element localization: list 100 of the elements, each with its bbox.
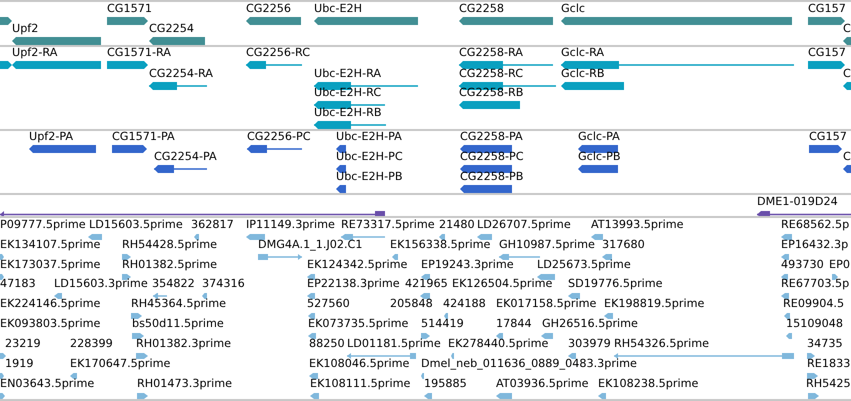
feature-label: CG2258-RC [459,67,524,81]
feature-label: EK224146.5prime [0,297,100,311]
feature-label: 195885 [424,377,467,391]
feature-label: bs50d11.5prime [132,317,224,331]
feature-label: Ubc-E2H [314,2,362,16]
feature-label: EK198819.5prime [604,297,704,311]
feature-label: EK108046.5prime [309,357,410,371]
feature-label: SD19776.5prime [568,277,663,291]
feature-label: Dmel_neb_011636_0889_0483.3prime [421,357,637,371]
feature-label: AT13993.5prime [591,218,684,232]
feature-label: CG2254 [149,22,194,36]
feature-label: CG2258-PB [460,170,524,184]
feature-label: 514419 [421,317,464,331]
feature-label: 421965 [405,277,448,291]
feature-label: Ubc-E2H-RA [314,67,382,81]
feature-label: EP0 [829,258,850,272]
feature-label: CG157 [808,2,846,16]
feature-label: LD25673.5prime [537,258,631,272]
feature-label: LD15603.5prime [89,218,183,232]
feature-label: CG2256 [246,2,291,16]
feature-label: RH01473.3prime [137,377,232,391]
feature-label: Ubc-E2H-RB [314,106,382,120]
feature-label: LD26707.5prime [477,218,571,232]
feature-label: Gclc-RA [561,46,604,60]
feature-label: RE68562.5p [781,218,850,232]
feature-label: IP11149.3prime [246,218,335,232]
feature-label: EK170647.5prime [70,357,170,371]
feature-label: GH26516.5prime [542,317,638,331]
feature-label: EK073735.5prime [308,317,408,331]
feature-label: CG1571-PA [112,130,175,144]
feature-label: RH45364.5prime [131,297,226,311]
feature-label: 15109048 [786,317,843,331]
feature-label: Ubc-E2H-RC [314,86,382,100]
feature-label: 17844 [496,317,532,331]
feature-label: AT03936.5prime [496,377,588,391]
feature-label: 303979 [568,337,611,351]
feature-label: CG2258 [459,2,504,16]
feature-label: 362817 [191,218,234,232]
feature-label: CG2254-RA [149,67,213,81]
feature-label: CG157 [809,130,847,144]
feature-label: Ubc-E2H-PA [336,130,402,144]
feature-label: 21480 [439,218,475,232]
feature-label: EK134107.5prime [0,238,100,252]
feature-label: DME1-019D24 [757,195,838,209]
feature-label: EN03643.5prime [0,377,94,391]
feature-label: LD15603.3prime [54,277,148,291]
feature-label: RH54326.5prime [614,337,710,351]
feature-label: EK156338.5prime [390,238,490,252]
feature-label: CG1571 [107,2,152,16]
feature-label: GH10987.5prime [499,238,595,252]
feature-label: DMG4A.1_1.J02.C1 [258,238,362,252]
feature-label: RH01382.3prime [136,337,232,351]
feature-label: RE73317.5prime [341,218,435,232]
feature-label: Gclc [561,2,586,16]
feature-label: CG2254-PA [154,150,217,164]
feature-label: C [843,22,851,36]
feature-label: EK108111.5prime [310,377,410,391]
feature-label: 493730 [781,258,824,272]
feature-label: CG2258-RB [459,86,524,100]
feature-label: P09777.5prime [0,218,86,232]
feature-label: 1919 [5,357,34,371]
feature-label: Ubc-E2H-PB [336,170,403,184]
feature-label: LD01181.5prime [347,337,441,351]
feature-label: EK017158.5prime [496,297,596,311]
feature-label: CG2258-RA [459,46,523,60]
feature-label: RE67703.5p [781,277,850,291]
feature-label: 527560 [307,297,350,311]
feature-label: 205848 [390,297,433,311]
feature-label: EP16432.3p [781,238,848,252]
feature-label: Upf2-PA [29,130,74,144]
feature-label: RH01382.5prime [122,258,218,272]
feature-label: Ubc-E2H-PC [336,150,403,164]
feature-label: Gclc-RB [561,67,605,81]
feature-label: EK093803.5prime [0,317,100,331]
feature-label: CG1571-RA [107,46,171,60]
feature-label: 47183 [0,277,36,291]
feature-label: 354822 [152,277,195,291]
feature-label: RE1833 [807,357,850,371]
feature-label: EK278440.5prime [448,337,548,351]
feature-label: EK108238.5prime [598,377,698,391]
feature-label: C [843,150,851,164]
feature-label: Upf2 [12,22,38,36]
feature-label: Upf2-RA [12,46,58,60]
feature-label: CG2258-PC [460,150,524,164]
feature-label: EP19243.3prime [421,258,514,272]
feature-label: 424188 [443,297,486,311]
feature-label: 317680 [602,238,645,252]
feature-label: Gclc-PA [578,130,620,144]
feature-label: CG2256-RC [246,46,310,60]
feature-label: 34735 [807,337,843,351]
feature-label: RE09904.5 [783,297,844,311]
feature-label: EK173037.5prime [0,258,100,272]
feature-label: EK126504.5prime [452,277,552,291]
feature-label: RH5425 [806,377,851,391]
feature-label: CG157 [808,46,846,60]
feature-label: 374316 [202,277,245,291]
feature-label: CG2256-PC [247,130,311,144]
feature-label: 228399 [70,337,113,351]
feature-label: EK124342.5prime [307,258,408,272]
feature-label: CG2258-PA [460,130,523,144]
